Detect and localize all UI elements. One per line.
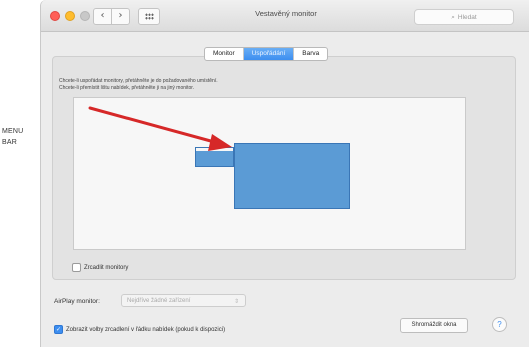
- back-button[interactable]: ‹: [93, 8, 112, 25]
- show-all-button[interactable]: [138, 8, 160, 25]
- mirror-displays-option[interactable]: Zrcadlit monitory: [72, 259, 128, 277]
- airplay-label: AirPlay monitor:: [54, 298, 100, 305]
- show-mirroring-checkbox[interactable]: ✓: [54, 325, 63, 335]
- show-mirroring-label: Zobrazit volby zrcadlení v řádku nabídek…: [66, 326, 226, 333]
- tab-monitor[interactable]: Monitor: [205, 48, 244, 60]
- secondary-display[interactable]: [195, 147, 234, 167]
- arrange-hint-line-1: Chcete-li uspořádat monitory, přetáhněte…: [59, 78, 218, 84]
- window-title: Vestavěný monitor: [255, 9, 317, 18]
- search-icon: ⌕: [451, 13, 455, 21]
- mirror-displays-checkbox[interactable]: [72, 263, 81, 273]
- tab-bar: Monitor Uspořádání Barva: [204, 47, 329, 61]
- arrange-hint-line-2: Chcete-li přemístit lištu nabídek, přetá…: [59, 85, 195, 91]
- airplay-select-value: Nejdříve žádné zařízení: [127, 298, 191, 304]
- chevron-updown-icon: ⇕: [233, 298, 239, 305]
- help-button[interactable]: ?: [492, 317, 507, 332]
- main-display[interactable]: [234, 143, 350, 209]
- zoom-window-button[interactable]: [80, 11, 90, 21]
- minimize-window-button[interactable]: [65, 11, 75, 21]
- show-mirroring-option[interactable]: ✓ Zobrazit volby zrcadlení v řádku nabíde…: [54, 321, 225, 339]
- title-bar: ‹ › Vestavěný monitor ⌕ Hledat: [41, 0, 529, 32]
- airplay-select[interactable]: Nejdříve žádné zařízení ⇕: [121, 294, 246, 307]
- search-placeholder: Hledat: [457, 14, 477, 21]
- mirror-displays-label: Zrcadlit monitory: [84, 264, 129, 271]
- search-field[interactable]: ⌕ Hledat: [414, 9, 514, 25]
- tab-color[interactable]: Barva: [294, 48, 327, 60]
- close-window-button[interactable]: [50, 11, 60, 21]
- preferences-window: ‹ › Vestavěný monitor ⌕ Hledat Monitor Us…: [40, 0, 529, 347]
- menu-bar-side-label: MENU BAR: [2, 128, 24, 146]
- forward-button[interactable]: ›: [111, 8, 130, 25]
- gather-windows-button[interactable]: Shromáždit okna: [400, 318, 468, 333]
- tab-arrangement[interactable]: Uspořádání: [243, 48, 295, 60]
- grid-icon: [144, 13, 154, 20]
